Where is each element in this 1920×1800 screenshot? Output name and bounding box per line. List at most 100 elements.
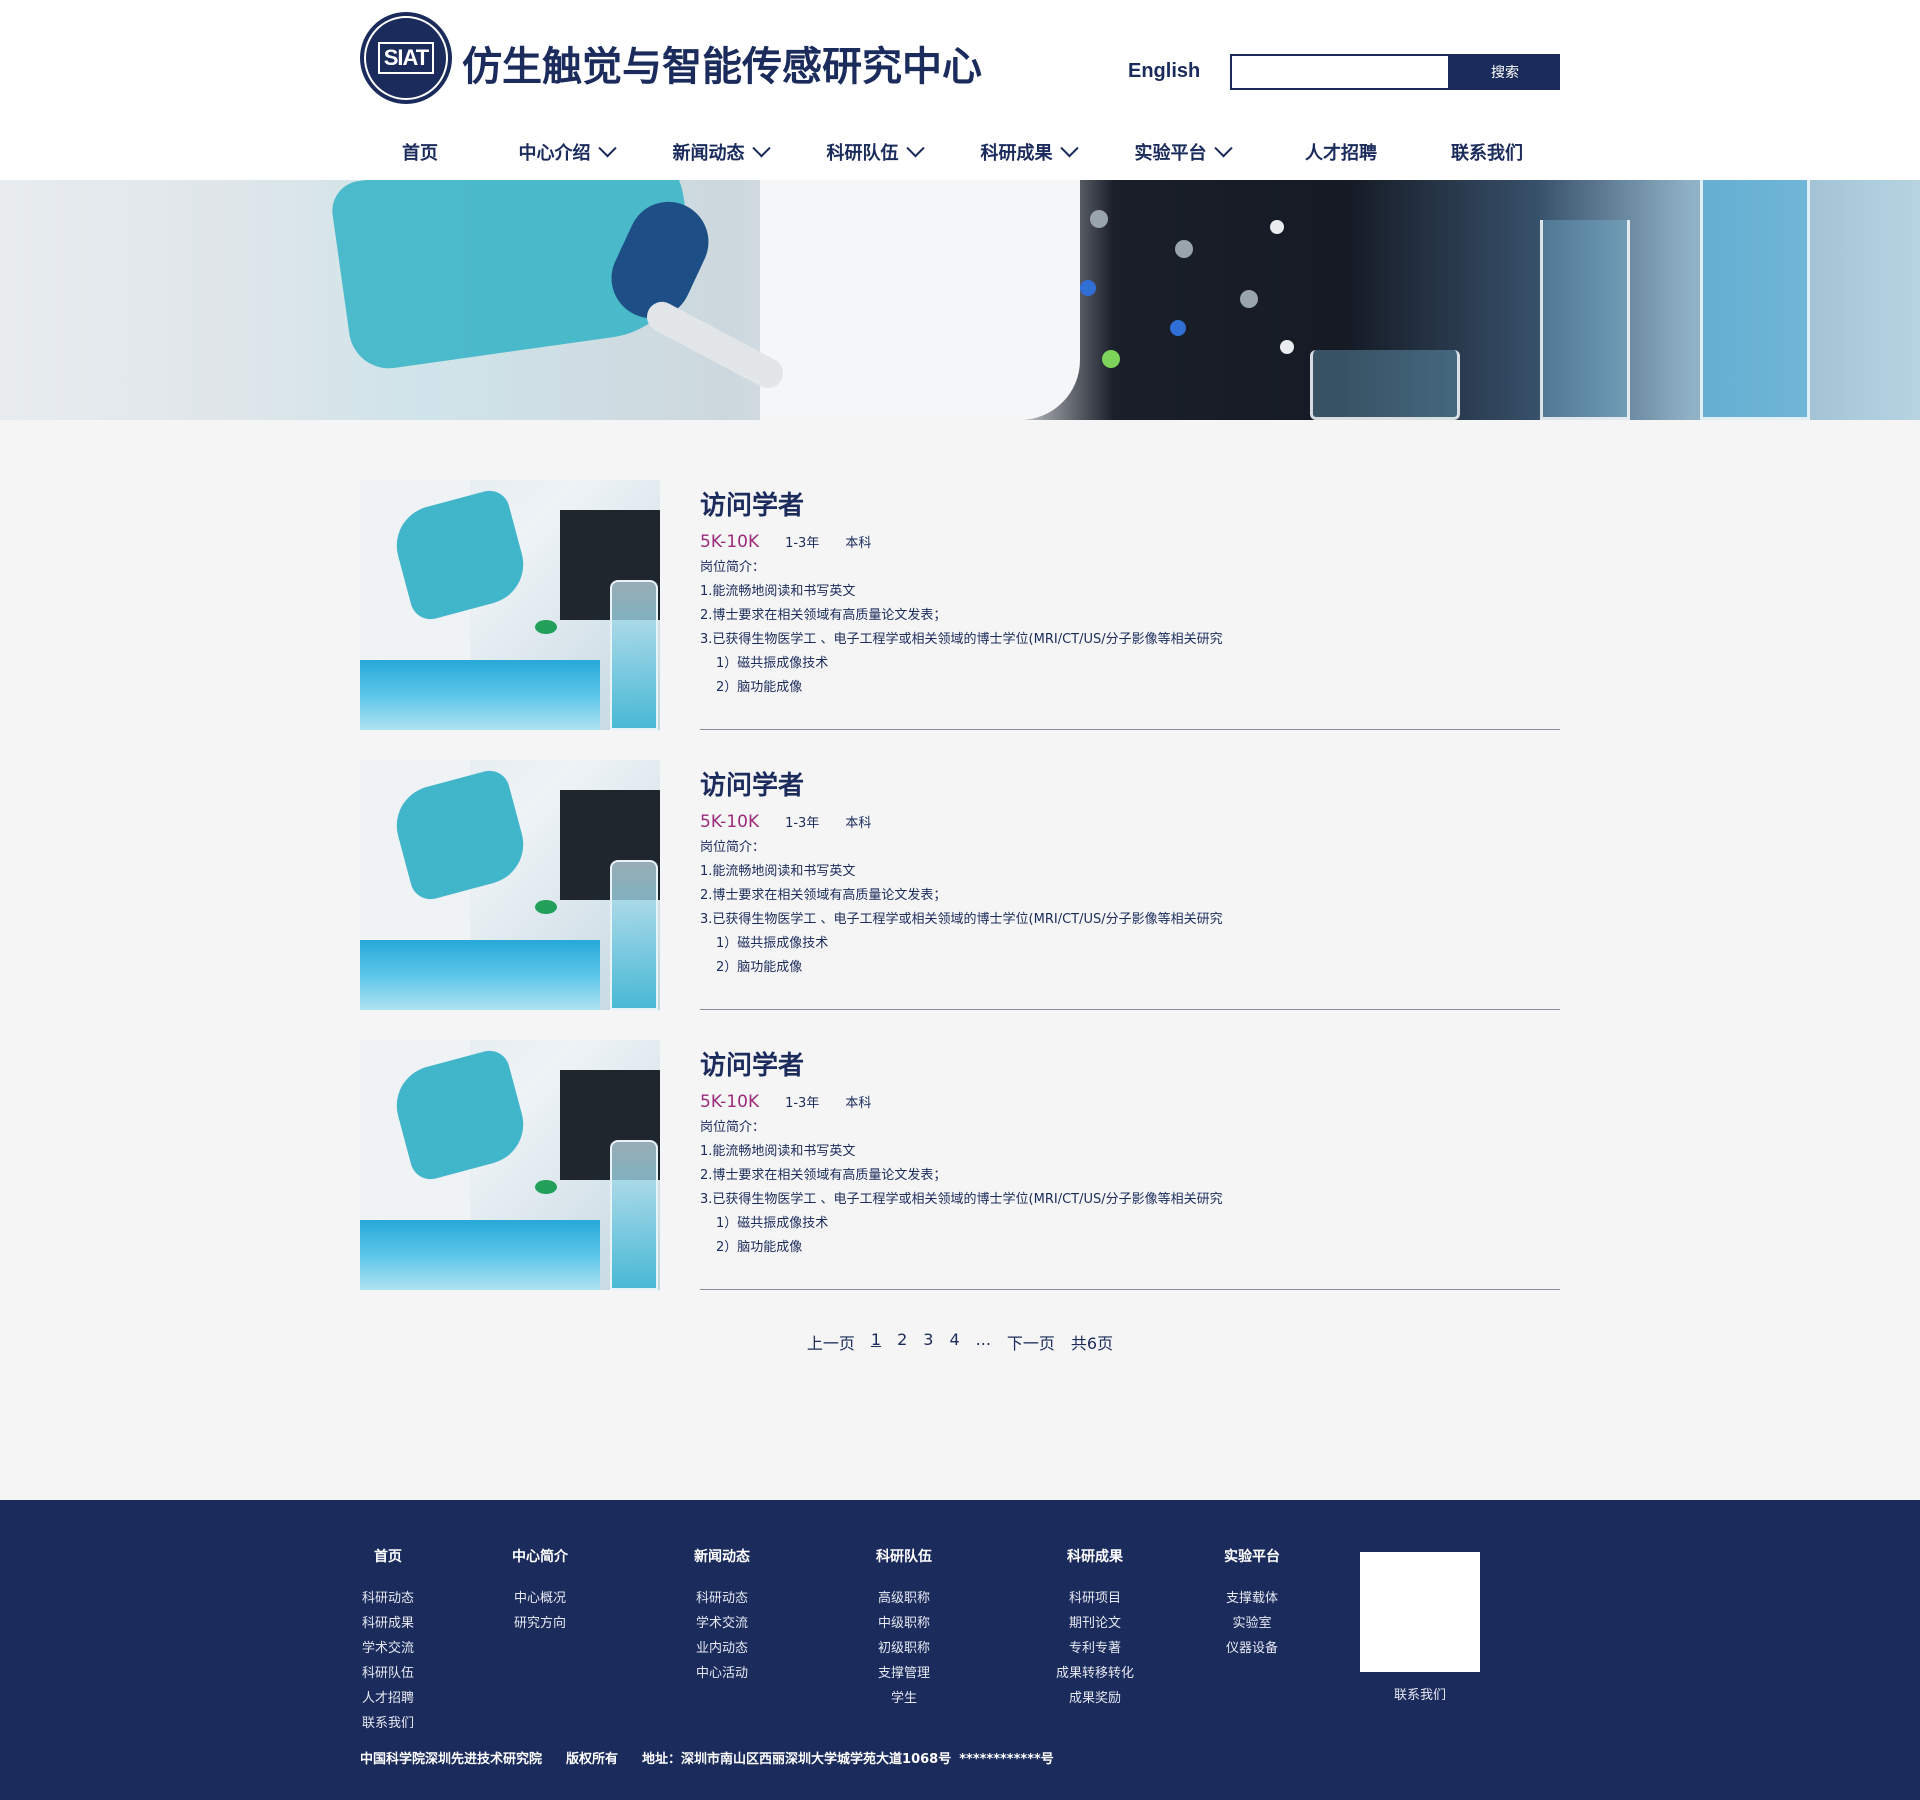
job-title[interactable]: 访问学者 <box>700 1045 1560 1082</box>
nav-platform[interactable]: 实验平台 <box>1096 136 1268 168</box>
footer-link[interactable]: 中级职称 <box>876 1611 932 1636</box>
footer-column-head[interactable]: 新闻动态 <box>694 1546 750 1566</box>
footer-column: 新闻动态 科研动态 学术交流 业内动态 中心活动 <box>694 1546 750 1686</box>
job-requirement: 3.已获得生物医学工 、电子工程学或相关领域的博士学位(MRI/CT/US/分子… <box>700 912 1223 927</box>
job-experience: 1-3年 <box>785 1096 820 1111</box>
job-education: 本科 <box>845 1096 872 1111</box>
footer-link[interactable]: 科研项目 <box>1050 1586 1140 1611</box>
job-thumbnail[interactable] <box>360 1040 660 1290</box>
job-sub-requirement: 2）脑功能成像 <box>716 1240 803 1255</box>
page-ellipsis: ... <box>975 1330 991 1349</box>
footer-link[interactable]: 学术交流 <box>360 1636 416 1661</box>
chevron-down-icon <box>597 138 617 157</box>
footer-link[interactable]: 科研动态 <box>694 1586 750 1611</box>
chevron-down-icon <box>1059 138 1079 157</box>
job-requirement: 3.已获得生物医学工 、电子工程学或相关领域的博士学位(MRI/CT/US/分子… <box>700 1192 1223 1207</box>
molecule-atom <box>1080 280 1096 296</box>
footer-link[interactable]: 联系我们 <box>360 1711 416 1736</box>
job-experience: 1-3年 <box>785 816 820 831</box>
job-sub-requirement: 2）脑功能成像 <box>716 960 803 975</box>
job-thumbnail[interactable] <box>360 480 660 730</box>
nav-about[interactable]: 中心介绍 <box>480 136 652 168</box>
nav-home[interactable]: 首页 <box>360 136 480 168</box>
nav-results[interactable]: 科研成果 <box>960 136 1096 168</box>
footer-link[interactable]: 支撑管理 <box>876 1661 932 1686</box>
molecule-atom <box>1270 220 1284 234</box>
footer-column: 科研队伍 高级职称 中级职称 初级职称 支撑管理 学生 <box>876 1546 932 1711</box>
page-link[interactable]: 4 <box>949 1330 959 1354</box>
qr-label[interactable]: 联系我们 <box>1360 1684 1480 1703</box>
footer-column-head[interactable]: 首页 <box>360 1546 416 1566</box>
page-link[interactable]: 3 <box>923 1330 933 1354</box>
footer-link[interactable]: 研究方向 <box>512 1611 568 1636</box>
nav-team[interactable]: 科研队伍 <box>788 136 960 168</box>
footer-column: 中心简介 中心概况 研究方向 <box>512 1546 568 1636</box>
footer-link[interactable]: 学术交流 <box>694 1611 750 1636</box>
job-salary: 5K-10K <box>700 1092 760 1112</box>
lab-banner-image <box>0 180 1920 420</box>
search-button[interactable]: 搜索 <box>1450 54 1560 90</box>
nav-recruit[interactable]: 人才招聘 <box>1268 136 1414 168</box>
footer-link[interactable]: 学生 <box>876 1686 932 1711</box>
molecule-atom <box>1175 240 1193 258</box>
footer-link[interactable]: 成果转移转化 <box>1050 1661 1140 1686</box>
job-intro-label: 岗位简介： <box>700 560 766 575</box>
test-tube-shape <box>1700 180 1810 420</box>
page-link-current[interactable]: 1 <box>871 1330 881 1354</box>
footer-link[interactable]: 专利专著 <box>1050 1636 1140 1661</box>
footer-column-head[interactable]: 实验平台 <box>1224 1546 1280 1566</box>
molecule-atom <box>1102 350 1120 368</box>
job-intro-label: 岗位简介： <box>700 1120 766 1135</box>
job-card[interactable]: 访问学者 5K-10K 1-3年 本科 岗位简介： 1.能流畅地阅读和书写英文 … <box>360 1040 1560 1290</box>
job-requirement: 2.博士要求在相关领域有高质量论文发表； <box>700 1168 947 1183</box>
footer-link[interactable]: 支撑载体 <box>1224 1586 1280 1611</box>
footer-link[interactable]: 人才招聘 <box>360 1686 416 1711</box>
job-sub-requirement: 2）脑功能成像 <box>716 680 803 695</box>
nav-news[interactable]: 新闻动态 <box>652 136 788 168</box>
footer-link[interactable]: 科研成果 <box>360 1611 416 1636</box>
footer-link[interactable]: 中心活动 <box>694 1661 750 1686</box>
footer-column-head[interactable]: 科研成果 <box>1050 1546 1140 1566</box>
siat-logo[interactable]: SIAT <box>360 12 452 104</box>
footer-column: 首页 科研动态 科研成果 学术交流 科研队伍 人才招聘 联系我们 <box>360 1546 416 1736</box>
nav-contact[interactable]: 联系我们 <box>1414 136 1560 168</box>
job-requirement: 1.能流畅地阅读和书写英文 <box>700 1144 856 1159</box>
page-link[interactable]: 2 <box>897 1330 907 1354</box>
footer-link[interactable]: 业内动态 <box>694 1636 750 1661</box>
job-intro-label: 岗位简介： <box>700 840 766 855</box>
job-requirement: 2.博士要求在相关领域有高质量论文发表； <box>700 608 947 623</box>
chevron-down-icon <box>1213 138 1233 157</box>
main-nav: 首页 中心介绍 新闻动态 科研队伍 科研成果 实验平台 人才招聘 联系我们 <box>360 136 1560 168</box>
prev-page-link[interactable]: 上一页 <box>807 1330 855 1354</box>
job-sub-requirement: 1）磁共振成像技术 <box>716 1216 829 1231</box>
footer-link[interactable]: 高级职称 <box>876 1586 932 1611</box>
copyright-bar: 中国科学院深圳先进技术研究院 版权所有 地址：深圳市南山区西丽深圳大学城学苑大道… <box>360 1748 1054 1767</box>
qr-code <box>1360 1552 1480 1672</box>
search-input[interactable] <box>1230 54 1450 90</box>
job-title[interactable]: 访问学者 <box>700 765 1560 802</box>
page-total: 共6页 <box>1070 1334 1114 1353</box>
job-card[interactable]: 访问学者 5K-10K 1-3年 本科 岗位简介： 1.能流畅地阅读和书写英文 … <box>360 480 1560 730</box>
footer-link[interactable]: 成果奖励 <box>1050 1686 1140 1711</box>
job-card[interactable]: 访问学者 5K-10K 1-3年 本科 岗位简介： 1.能流畅地阅读和书写英文 … <box>360 760 1560 1010</box>
job-thumbnail[interactable] <box>360 760 660 1010</box>
footer-link[interactable]: 期刊论文 <box>1050 1611 1140 1636</box>
footer-link[interactable]: 实验室 <box>1224 1611 1280 1636</box>
footer-column: 科研成果 科研项目 期刊论文 专利专著 成果转移转化 成果奖励 <box>1050 1546 1140 1711</box>
footer-link[interactable]: 仪器设备 <box>1224 1636 1280 1661</box>
footer-column-head[interactable]: 科研队伍 <box>876 1546 932 1566</box>
footer-link[interactable]: 初级职称 <box>876 1636 932 1661</box>
footer-link[interactable]: 科研动态 <box>360 1586 416 1611</box>
english-link[interactable]: English <box>1128 60 1200 83</box>
copyright-icp: ************号 <box>959 1752 1054 1767</box>
job-requirement: 1.能流畅地阅读和书写英文 <box>700 864 856 879</box>
footer-column: 实验平台 支撑载体 实验室 仪器设备 <box>1224 1546 1280 1661</box>
beaker-shape <box>1310 350 1460 420</box>
next-page-link[interactable]: 下一页 <box>1007 1330 1055 1354</box>
footer-column-head[interactable]: 中心简介 <box>512 1546 568 1566</box>
job-title[interactable]: 访问学者 <box>700 485 1560 522</box>
site-title: 仿生触觉与智能传感研究中心 <box>462 44 982 90</box>
footer-link[interactable]: 科研队伍 <box>360 1661 416 1686</box>
footer-link[interactable]: 中心概况 <box>512 1586 568 1611</box>
molecule-atom <box>1280 340 1294 354</box>
